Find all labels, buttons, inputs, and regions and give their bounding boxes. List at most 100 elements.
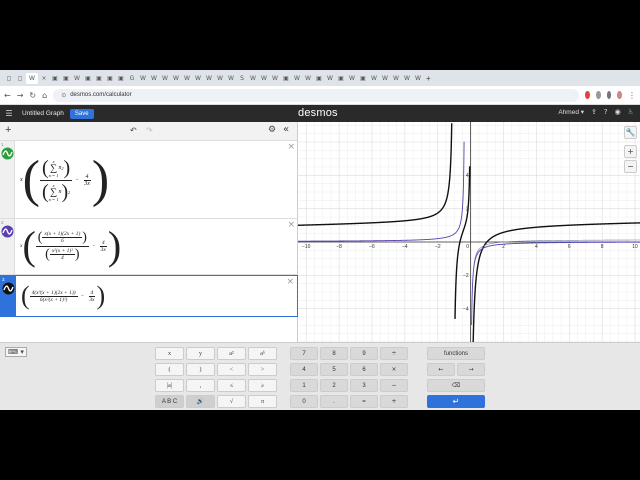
keypad-key-0-0[interactable]: x <box>155 347 184 360</box>
keypad-key-0-2[interactable]: a² <box>217 347 246 360</box>
expression-math[interactable]: x ( ( x ∑ n = 1 n2 ) (x ∑ n = 1 n) 2 −… <box>20 147 109 213</box>
browser-tab[interactable]: W <box>226 73 236 84</box>
browser-tab[interactable]: W <box>292 73 302 84</box>
browser-tab[interactable]: W <box>347 73 357 84</box>
expression-row-3[interactable]: 3 × ( 4(x³(x + 1)(2x + 1)) 6(x²(x + 1)²)… <box>0 275 298 317</box>
keypad-num-key-3-2[interactable]: = <box>350 395 378 408</box>
keyboard-toggle-icon[interactable]: ⌨ ▾ <box>5 347 27 357</box>
curve-toggle-icon[interactable] <box>1 147 14 160</box>
keypad-key-0-3[interactable]: aᵇ <box>248 347 277 360</box>
keypad-num-key-0-2[interactable]: 9 <box>350 347 378 360</box>
delete-expression-icon[interactable]: × <box>287 142 295 152</box>
expression-row-2[interactable]: 2 × x ( ( x(x + 1)(2x + 1) 6 ) (x²(x + … <box>0 219 298 275</box>
graph-title[interactable]: Untitled Graph <box>22 110 64 117</box>
sidepanel-icon[interactable] <box>606 91 612 99</box>
keypad-num-key-0-0[interactable]: 7 <box>290 347 318 360</box>
keypad-key-1-1[interactable]: ) <box>186 363 215 376</box>
browser-tab[interactable]: W <box>325 73 335 84</box>
keypad-num-key-2-2[interactable]: 3 <box>350 379 378 392</box>
arrow-right-key[interactable]: → <box>457 363 485 376</box>
browser-tab[interactable]: ▣ <box>281 73 291 84</box>
collapse-panel-icon[interactable]: « <box>283 124 289 135</box>
keypad-num-key-1-3[interactable]: × <box>380 363 408 376</box>
browser-tab[interactable]: ▣ <box>61 73 71 84</box>
browser-tab[interactable]: W <box>26 72 38 84</box>
keypad-num-key-2-0[interactable]: 1 <box>290 379 318 392</box>
menu-icon[interactable]: ☰ <box>2 109 16 118</box>
keypad-key-3-3[interactable]: π <box>248 395 277 408</box>
keypad-key-2-1[interactable]: , <box>186 379 215 392</box>
browser-tab[interactable]: W <box>171 73 181 84</box>
browser-tab[interactable]: G <box>127 73 137 84</box>
keypad-num-key-3-1[interactable]: . <box>320 395 348 408</box>
redo-icon[interactable]: ↷ <box>146 126 153 135</box>
curve-toggle-icon[interactable] <box>1 225 14 238</box>
user-menu[interactable]: Ahmed ▾ <box>558 108 584 116</box>
zoom-in-button[interactable]: + <box>624 145 637 158</box>
browser-tab[interactable]: ▣ <box>116 73 126 84</box>
forward-icon[interactable]: → <box>17 91 24 100</box>
browser-tab[interactable]: W <box>160 73 170 84</box>
delete-expression-icon[interactable]: × <box>287 220 295 230</box>
browser-menu-icon[interactable]: ⋮ <box>628 91 636 100</box>
reload-icon[interactable]: ↻ <box>29 91 36 100</box>
accessibility-icon[interactable]: ♿ <box>628 108 634 116</box>
keypad-key-3-2[interactable]: √ <box>217 395 246 408</box>
settings-gear-icon[interactable]: ⚙ <box>268 125 276 135</box>
keypad-num-key-3-0[interactable]: 0 <box>290 395 318 408</box>
browser-tab[interactable]: ▣ <box>83 73 93 84</box>
keypad-key-2-3[interactable]: ≥ <box>248 379 277 392</box>
browser-tab[interactable]: W <box>72 73 82 84</box>
site-info-icon[interactable]: ⊙ <box>61 92 66 99</box>
address-bar[interactable]: ⊙ desmos.com/calculator <box>53 88 580 102</box>
browser-tab[interactable]: ▣ <box>50 73 60 84</box>
functions-button[interactable]: functions <box>427 347 485 360</box>
keypad-num-key-2-3[interactable]: − <box>380 379 408 392</box>
keypad-num-key-1-2[interactable]: 6 <box>350 363 378 376</box>
browser-tab[interactable]: ▣ <box>314 73 324 84</box>
browser-tab[interactable]: W <box>369 73 379 84</box>
language-icon[interactable]: ◉ <box>615 108 621 116</box>
curve-toggle-icon[interactable] <box>2 282 15 295</box>
browser-tab[interactable]: S <box>237 73 247 84</box>
save-button[interactable]: Save <box>69 108 94 119</box>
delete-expression-icon[interactable]: × <box>286 277 294 287</box>
browser-tab[interactable]: W <box>182 73 192 84</box>
browser-tab[interactable]: × <box>39 73 49 84</box>
browser-tab[interactable]: ▣ <box>105 73 115 84</box>
browser-tab[interactable]: ▣ <box>336 73 346 84</box>
new-tab-icon[interactable]: + <box>426 74 431 83</box>
graph-canvas[interactable]: −10 −8 −6 −4 −2 0 2 4 6 8 10 4 2 −2 −4 🔧 + − <box>298 122 640 342</box>
browser-tab[interactable]: W <box>402 73 412 84</box>
graph-settings-wrench-icon[interactable]: 🔧 <box>624 126 637 139</box>
add-item-icon[interactable]: + <box>5 124 11 136</box>
browser-tab[interactable]: W <box>193 73 203 84</box>
browser-tab[interactable]: W <box>413 73 423 84</box>
browser-tab[interactable]: W <box>380 73 390 84</box>
browser-tab[interactable]: W <box>303 73 313 84</box>
keypad-num-key-2-1[interactable]: 2 <box>320 379 348 392</box>
graph-svg[interactable]: −10 −8 −6 −4 −2 0 2 4 6 8 1042−2−4 <box>298 122 640 342</box>
home-icon[interactable]: ⌂ <box>42 91 47 100</box>
browser-tab[interactable]: W <box>138 73 148 84</box>
browser-tab[interactable]: W <box>391 73 401 84</box>
browser-tab[interactable]: ◻ <box>15 73 25 84</box>
expression-math[interactable]: x ( ( x(x + 1)(2x + 1) 6 ) ( x²(x + 1)² … <box>20 222 121 270</box>
browser-tab[interactable]: W <box>215 73 225 84</box>
keypad-key-3-1[interactable]: 🔊 <box>186 395 215 408</box>
browser-tab[interactable]: W <box>248 73 258 84</box>
browser-tab[interactable]: ▣ <box>358 73 368 84</box>
share-icon[interactable]: ⇪ <box>591 108 597 116</box>
browser-tab[interactable]: W <box>259 73 269 84</box>
extension-icon[interactable] <box>585 91 590 99</box>
keypad-num-key-3-3[interactable]: + <box>380 395 408 408</box>
profile-avatar[interactable] <box>617 91 622 99</box>
browser-tab[interactable]: W <box>149 73 159 84</box>
keypad-num-key-0-3[interactable]: ÷ <box>380 347 408 360</box>
arrow-left-key[interactable]: ← <box>427 363 455 376</box>
browser-tab[interactable]: ▣ <box>94 73 104 84</box>
keypad-key-0-1[interactable]: y <box>186 347 215 360</box>
back-icon[interactable]: ← <box>4 91 11 100</box>
expression-math[interactable]: ( 4(x³(x + 1)(2x + 1)) 6(x²(x + 1)²) − 4… <box>21 280 105 312</box>
keypad-key-2-2[interactable]: ≤ <box>217 379 246 392</box>
